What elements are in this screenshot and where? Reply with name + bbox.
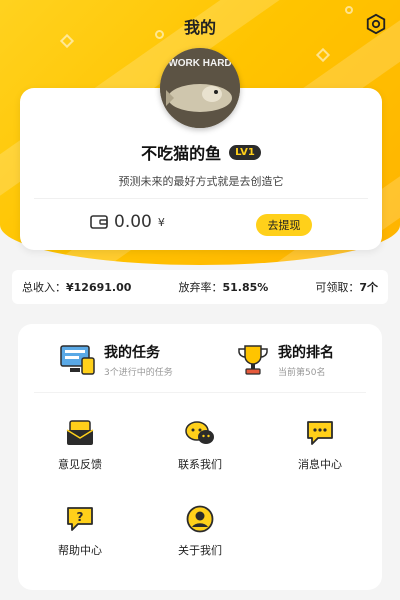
abandon-label: 放弃率： [178,281,223,294]
level-badge: LV1 [229,144,261,160]
fish-photo-icon: WORK HARD [160,48,240,128]
help-label: 帮助中心 [58,544,102,557]
chat-bubbles-icon [185,421,214,444]
divider [34,198,368,199]
divider [34,392,366,393]
my-tasks-button[interactable]: 我的任务 3个进行中的任务 [60,342,173,378]
settings-hex-icon [366,13,386,35]
stats-bar: 总收入：¥12691.00 放弃率：51.85% 可领取：7个 [12,270,388,304]
help-center-button[interactable]: ? 帮助中心 [25,504,135,558]
contact-us-button[interactable]: 联系我们 [145,418,255,472]
abandon-rate-stat: 放弃率：51.85% [178,279,268,295]
tasks-monitor-icon [60,345,95,375]
balance-unit: ¥ [157,215,165,229]
wallet-icon [90,215,108,229]
user-circle-icon [186,505,214,533]
feedback-button[interactable]: 意见反馈 [25,418,135,472]
claimable-label: 可领取： [315,281,360,294]
about-label: 关于我们 [178,544,222,557]
ranking-subtitle: 当前第50名 [278,368,326,378]
help-question-icon: ? [67,507,93,531]
messages-label: 消息中心 [298,458,342,471]
income-label: 总收入： [22,281,66,294]
income-stat: 总收入：¥12691.00 [22,279,131,295]
avatar[interactable]: WORK HARD [160,48,240,128]
username: 不吃猫的鱼 [141,144,222,163]
avatar-text: WORK HARD [168,58,231,69]
tasks-title: 我的任务 [104,345,160,361]
abandon-value: 51.85% [222,281,269,294]
message-bubble-icon [307,421,333,445]
about-us-button[interactable]: 关于我们 [145,504,255,558]
menu-card: 我的任务 3个进行中的任务 我的排名 当前第50名 意见反馈 联系我们 消息中心… [18,324,382,590]
ranking-title: 我的排名 [278,345,334,361]
trophy-icon [238,345,268,375]
tasks-subtitle: 3个进行中的任务 [104,368,173,378]
withdraw-button[interactable]: 去提现 [256,214,312,236]
claimable-stat: 可领取：7个 [315,279,378,295]
diamond-decoration [315,47,331,63]
contact-label: 联系我们 [178,458,222,471]
circle-decoration [345,6,353,14]
balance-value: 0.00 [114,212,152,232]
feedback-envelope-icon [66,420,94,445]
name-row: 不吃猫的鱼 LV1 [20,140,382,164]
my-ranking-button[interactable]: 我的排名 当前第50名 [236,342,334,378]
income-value: ¥12691.00 [66,281,132,294]
claimable-value: 7个 [359,281,378,294]
motto-text: 预测未来的最好方式就是去创造它 [118,175,284,188]
message-center-button[interactable]: 消息中心 [265,418,375,472]
svg-text:?: ? [77,510,84,524]
settings-button[interactable] [364,12,388,36]
page-title: 我的 [183,18,216,37]
feedback-label: 意见反馈 [58,458,102,471]
balance: 0.00 ¥ [90,212,165,232]
